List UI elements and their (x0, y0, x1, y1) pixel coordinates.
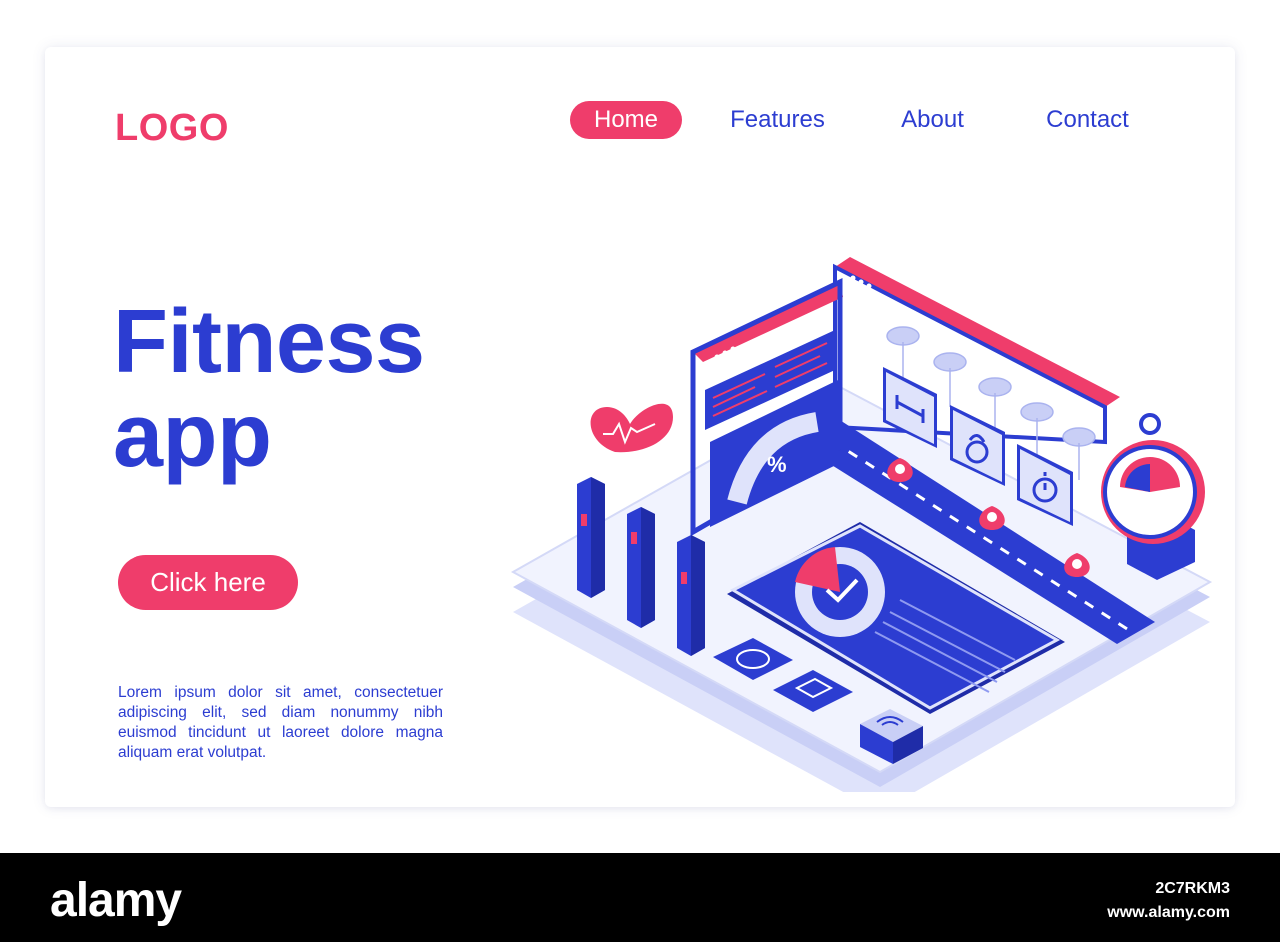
window-dot (858, 279, 864, 285)
logo[interactable]: LOGO (115, 107, 229, 150)
nav-item-about[interactable]: About (885, 101, 980, 139)
stock-footer: alamy 2C7RKM3 www.alamy.com (0, 853, 1280, 942)
window-dot (730, 346, 736, 352)
heart-pulse-icon (590, 403, 673, 453)
bar-pillar (677, 535, 705, 656)
nav-item-contact[interactable]: Contact (1030, 101, 1145, 139)
image-id: 2C7RKM3 (1155, 880, 1230, 897)
bar-pillar (577, 477, 605, 598)
alamy-logo: alamy (50, 874, 182, 927)
window-dot (714, 354, 720, 360)
landing-card: LOGO Home Features About Contact Fitness… (45, 47, 1235, 807)
site-url: www.alamy.com (1107, 904, 1230, 921)
hero-title: Fitness app (113, 295, 425, 483)
gauge-percent: % (767, 452, 787, 477)
window-dot (850, 275, 856, 281)
fitness-illustration: % (510, 257, 1213, 792)
image-meta: 2C7RKM3 www.alamy.com (1107, 877, 1230, 925)
window-right-titlebar (835, 257, 1120, 407)
hero-description: Lorem ipsum dolor sit amet, consectetuer… (118, 683, 443, 761)
hero-title-line-1: Fitness (113, 292, 425, 392)
hero-title-line-2: app (113, 386, 272, 486)
click-here-button[interactable]: Click here (118, 555, 298, 610)
nav-item-home[interactable]: Home (570, 101, 682, 139)
window-dot (866, 283, 872, 289)
window-dot (722, 350, 728, 356)
bar-pillar (627, 507, 655, 628)
nav-item-features[interactable]: Features (715, 101, 840, 139)
